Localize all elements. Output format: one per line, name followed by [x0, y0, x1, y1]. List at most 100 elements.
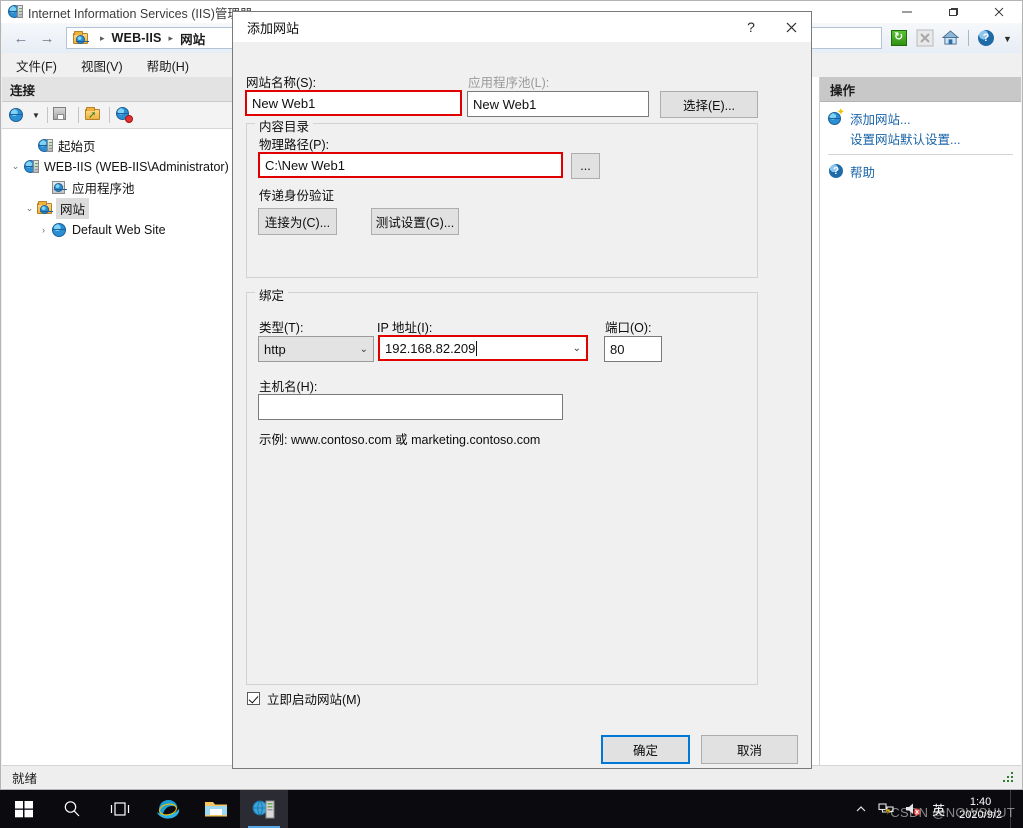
tree-twisty-default[interactable]: ›	[36, 225, 51, 235]
search-button[interactable]	[48, 790, 96, 828]
select-app-pool-button[interactable]: 选择(E)...	[660, 91, 758, 118]
start-page-icon	[37, 138, 53, 154]
app-pool-value: New Web1	[473, 96, 537, 112]
tree-item-label: 应用程序池	[72, 182, 135, 196]
file-explorer-icon	[205, 802, 227, 817]
show-desktop-button[interactable]	[1010, 790, 1019, 828]
network-warning-icon[interactable]	[874, 790, 900, 828]
ip-address-label: IP 地址(I):	[377, 321, 433, 335]
back-button[interactable]: ←	[8, 27, 34, 49]
checkbox-box[interactable]	[247, 692, 260, 705]
dialog-help-button[interactable]: ?	[731, 12, 771, 42]
passthrough-auth-label: 传递身份验证	[259, 189, 335, 203]
file-explorer-button[interactable]	[192, 790, 240, 828]
iis-manager-button[interactable]	[240, 790, 288, 828]
toolbar-divider	[47, 107, 48, 123]
app-pool-input[interactable]: New Web1	[467, 91, 649, 117]
window-title: Internet Information Services (IIS)管理器	[28, 6, 253, 21]
binding-type-select[interactable]: http ⌄	[258, 336, 374, 362]
action-help[interactable]: ? 帮助	[820, 161, 1021, 181]
cancel-button[interactable]: 取消	[701, 735, 798, 764]
taskbar: 英 1:40 2020/9/2 CSDN @NOWSHUT	[0, 790, 1023, 828]
help-icon[interactable]: ?	[975, 27, 997, 49]
start-button[interactable]	[0, 790, 48, 828]
tray-expand-button[interactable]	[848, 790, 874, 828]
tree-item-default-web-site[interactable]: › Default Web Site	[8, 219, 234, 240]
refresh-icon[interactable]: ↻	[888, 27, 910, 49]
host-name-input[interactable]	[258, 394, 563, 420]
content-directory-legend: 内容目录	[255, 116, 314, 135]
site-name-input[interactable]: New Web1	[245, 90, 462, 116]
tree-item-sites[interactable]: ⌄ 网站	[8, 198, 234, 219]
tree-twisty-server[interactable]: ⌄	[8, 161, 23, 172]
window-controls	[884, 1, 1022, 23]
clock-time: 1:40	[969, 796, 992, 808]
actions-header: 操作	[820, 77, 1021, 102]
action-label: 帮助	[850, 165, 876, 180]
chevron-down-icon[interactable]: ▼	[1001, 27, 1013, 49]
open-icon[interactable]: ➚	[82, 105, 104, 125]
resize-grip-icon[interactable]	[1001, 770, 1015, 784]
internet-explorer-button[interactable]	[144, 790, 192, 828]
minimize-button[interactable]	[884, 1, 930, 23]
iis-manager-icon	[252, 800, 275, 819]
screen: Internet Information Services (IIS)管理器 ←…	[0, 0, 1023, 828]
tree-item-label: 网站	[56, 198, 90, 219]
menu-file[interactable]: 文件(F)	[6, 54, 67, 77]
binding-type-value: http	[264, 341, 286, 357]
tree-item-start-page[interactable]: 起始页	[8, 135, 234, 156]
binding-type-label: 类型(T):	[259, 321, 304, 335]
task-view-icon	[110, 802, 130, 816]
dialog-close-button[interactable]	[771, 12, 811, 42]
action-add-website[interactable]: ✦ 添加网站...	[820, 108, 1021, 128]
menu-help[interactable]: 帮助(H)	[137, 54, 199, 77]
chevron-down-icon: ⌄	[359, 343, 368, 355]
tree-item-server[interactable]: ⌄ WEB-IIS (WEB-IIS\Administrator)	[8, 156, 234, 177]
connect-globe-icon[interactable]	[6, 105, 28, 125]
clock[interactable]: 1:40 2020/9/2	[951, 796, 1010, 822]
ime-indicator[interactable]: 英	[926, 800, 951, 819]
connections-toolbar: ▼ ➚	[2, 102, 234, 129]
sites-folder-icon	[37, 200, 53, 217]
add-site-icon: ✦	[828, 108, 845, 126]
clock-date: 2020/9/2	[959, 809, 1002, 821]
dropdown-arrow-icon[interactable]: ▼	[30, 105, 42, 125]
site-name-label: 网站名称(S):	[246, 76, 317, 90]
host-name-label: 主机名(H):	[259, 380, 318, 394]
add-website-dialog: 添加网站 ? 网站名称(S): 应用程序池(L): New Web1 New W…	[232, 11, 812, 769]
browse-path-button[interactable]: ...	[571, 153, 600, 179]
ip-address-value: 192.168.82.209	[385, 340, 476, 356]
windows-logo-icon	[15, 801, 33, 818]
chevron-down-icon[interactable]: ⌄	[573, 343, 581, 354]
start-website-immediately-checkbox[interactable]: 立即启动网站(M)	[247, 689, 361, 708]
breadcrumb-item-sites[interactable]: 网站	[180, 29, 205, 48]
forward-button[interactable]: →	[34, 27, 60, 49]
disconnect-icon[interactable]	[113, 105, 135, 125]
action-set-website-defaults[interactable]: 设置网站默认设置...	[820, 128, 1021, 148]
close-button[interactable]	[976, 1, 1022, 23]
task-view-button[interactable]	[96, 790, 144, 828]
breadcrumb-item-server[interactable]: WEB-IIS	[112, 31, 162, 45]
dialog-body: 网站名称(S): 应用程序池(L): New Web1 New Web1 选择(…	[233, 42, 811, 768]
dialog-title: 添加网站	[247, 20, 300, 36]
dialog-titlebar: 添加网站 ?	[233, 12, 811, 42]
physical-path-input[interactable]: C:\New Web1	[258, 152, 563, 178]
connections-pane: 连接 ▼ ➚ 起始页 ⌄ WEB-IIS (WEB-IIS\Administra…	[2, 77, 235, 766]
menu-view[interactable]: 视图(V)	[71, 54, 133, 77]
tree-twisty-sites[interactable]: ⌄	[22, 203, 37, 214]
home-icon[interactable]	[940, 27, 962, 49]
host-name-example: 示例: www.contoso.com 或 marketing.contoso.…	[259, 433, 541, 447]
tree-item-app-pools[interactable]: 应用程序池	[8, 177, 234, 198]
volume-muted-icon[interactable]	[900, 790, 926, 828]
actions-divider	[828, 154, 1013, 155]
binding-legend: 绑定	[255, 285, 289, 304]
connections-header: 连接	[2, 77, 234, 102]
save-icon[interactable]	[51, 105, 73, 125]
connect-as-button[interactable]: 连接为(C)...	[258, 208, 337, 235]
ip-address-combo[interactable]: 192.168.82.209 ⌄	[378, 335, 588, 361]
test-settings-button[interactable]: 测试设置(G)...	[371, 208, 459, 235]
app-pool-icon	[51, 180, 67, 196]
ok-button[interactable]: 确定	[601, 735, 690, 764]
port-input[interactable]: 80	[604, 336, 662, 362]
maximize-button[interactable]	[930, 1, 976, 23]
